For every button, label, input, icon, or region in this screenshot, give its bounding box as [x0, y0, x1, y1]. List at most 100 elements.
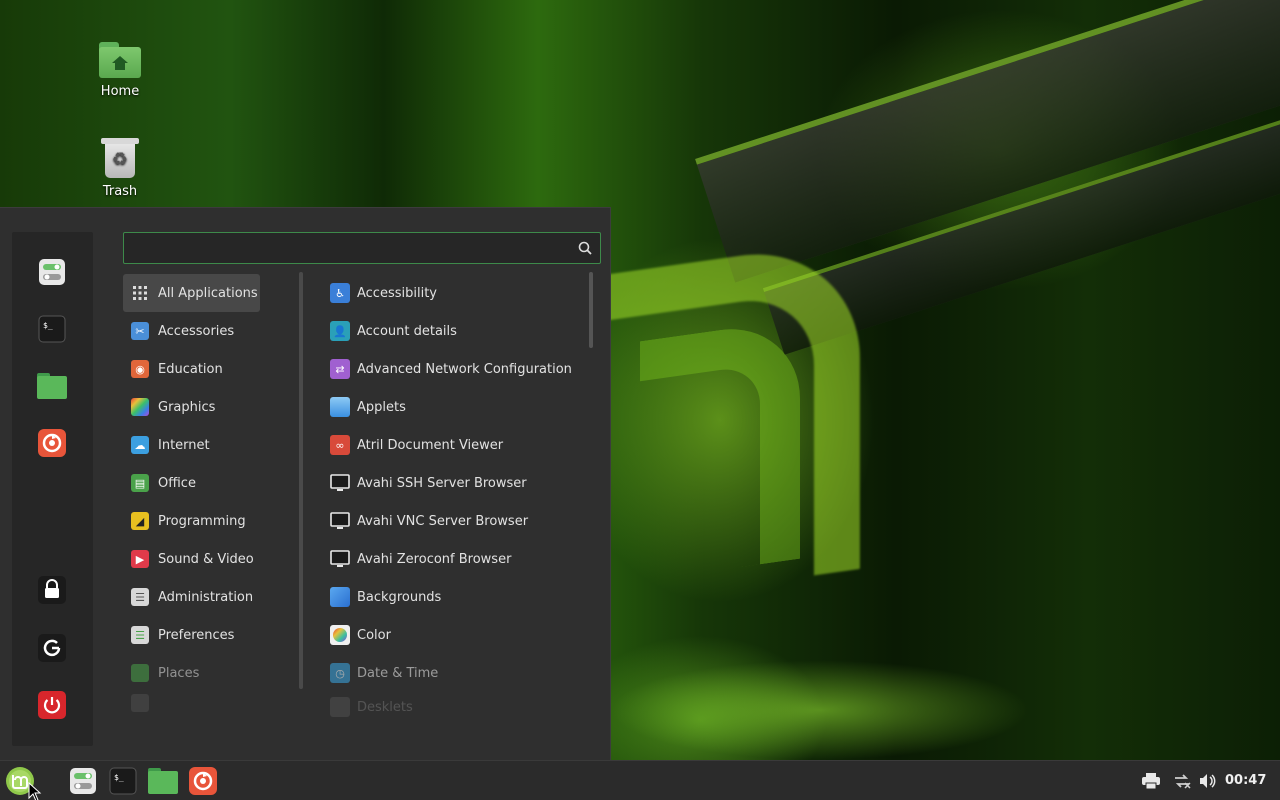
- app-avahi-zeroconf-browser[interactable]: Avahi Zeroconf Browser: [322, 540, 584, 578]
- category-label: Preferences: [158, 627, 235, 643]
- app-label: Avahi VNC Server Browser: [357, 513, 529, 529]
- play-icon: ▶: [131, 550, 149, 568]
- app-accessibility[interactable]: ♿ Accessibility: [322, 274, 584, 312]
- category-label: Accessories: [158, 323, 235, 339]
- app-label: Color: [357, 627, 391, 643]
- app-label: Backgrounds: [357, 589, 442, 605]
- category-education[interactable]: ◉ Education: [123, 350, 298, 388]
- category-preferences[interactable]: ☰ Preferences: [123, 616, 298, 654]
- color-icon: [330, 625, 350, 645]
- printer-icon: [1142, 773, 1160, 789]
- menu-search-box[interactable]: [123, 232, 601, 264]
- category-office[interactable]: ▤ Office: [123, 464, 298, 502]
- atril-icon: ∞: [330, 435, 350, 455]
- category-label: Education: [158, 361, 223, 377]
- app-backgrounds[interactable]: Backgrounds: [322, 578, 584, 616]
- app-advanced-network-configuration[interactable]: ⇄ Advanced Network Configuration: [322, 350, 584, 388]
- app-applets[interactable]: Applets: [322, 388, 584, 426]
- category-places[interactable]: Places: [123, 654, 298, 692]
- monitor-icon: [330, 473, 350, 493]
- category-label: Sound & Video: [158, 551, 254, 567]
- grid-icon: [131, 284, 149, 302]
- cloud-icon: ☁: [131, 436, 149, 454]
- volume-icon: [1200, 774, 1216, 788]
- preferences-icon: ☰: [131, 626, 149, 644]
- app-desklets[interactable]: Desklets: [322, 692, 584, 720]
- application-list: ♿ Accessibility 👤 Account details ⇄ Adva…: [322, 274, 584, 720]
- category-accessories[interactable]: ✂ Accessories: [123, 312, 298, 350]
- app-color[interactable]: Color: [322, 616, 584, 654]
- taskbar-files-launcher[interactable]: [148, 766, 178, 796]
- clock-icon: ◷: [330, 663, 350, 683]
- favorites-sidebar: $_: [12, 232, 93, 746]
- app-label: Applets: [357, 399, 406, 415]
- svg-text:$_: $_: [114, 773, 124, 782]
- favorite-terminal-button[interactable]: $_: [37, 314, 67, 344]
- search-input[interactable]: [124, 233, 564, 263]
- app-label: Advanced Network Configuration: [357, 361, 572, 377]
- category-programming[interactable]: ◢ Programming: [123, 502, 298, 540]
- lock-screen-button[interactable]: [37, 575, 67, 605]
- files-folder-icon: [37, 373, 67, 399]
- favorite-files-button[interactable]: [37, 371, 67, 401]
- taskbar-settings-launcher[interactable]: [68, 766, 98, 796]
- desklets-icon: [330, 697, 350, 717]
- category-internet[interactable]: ☁ Internet: [123, 426, 298, 464]
- category-all-applications[interactable]: All Applications: [123, 274, 260, 312]
- category-scroll-divider[interactable]: [299, 272, 303, 689]
- network-tray-button[interactable]: [1173, 772, 1191, 790]
- app-account-details[interactable]: 👤 Account details: [322, 312, 584, 350]
- category-partial: [123, 692, 298, 712]
- taskbar-panel: $_ 00:47: [0, 760, 1280, 800]
- desktop-icon-home[interactable]: Home: [75, 42, 165, 99]
- category-label: Internet: [158, 437, 210, 453]
- volume-tray-button[interactable]: [1199, 772, 1217, 790]
- backgrounds-icon: [330, 587, 350, 607]
- graphics-icon: [131, 398, 149, 416]
- scissors-icon: ✂: [131, 322, 149, 340]
- app-label: Desklets: [357, 699, 413, 715]
- favorite-settings-button[interactable]: [37, 257, 67, 287]
- trash-icon: ♻: [101, 138, 139, 178]
- power-button[interactable]: [37, 690, 67, 720]
- app-atril-document-viewer[interactable]: ∞ Atril Document Viewer: [322, 426, 584, 464]
- files-folder-icon: [148, 768, 178, 794]
- category-label: Administration: [158, 589, 254, 605]
- taskbar-firefox-launcher[interactable]: [188, 766, 218, 796]
- app-label: Avahi Zeroconf Browser: [357, 551, 512, 567]
- category-graphics[interactable]: Graphics: [123, 388, 298, 426]
- wallpaper-glow: [610, 660, 1030, 760]
- monitor-icon: [330, 511, 350, 531]
- desktop-icon-trash[interactable]: ♻ Trash: [75, 138, 165, 199]
- mouse-cursor-icon: [28, 782, 42, 800]
- wallpaper-mint-logo: [640, 318, 800, 582]
- app-avahi-vnc-server-browser[interactable]: Avahi VNC Server Browser: [322, 502, 584, 540]
- app-date-time[interactable]: ◷ Date & Time: [322, 654, 584, 692]
- power-icon: [38, 691, 66, 719]
- category-label: Programming: [158, 513, 246, 529]
- applets-icon: [330, 397, 350, 417]
- printer-tray-button[interactable]: [1142, 772, 1160, 790]
- logout-button[interactable]: [37, 633, 67, 663]
- category-label: Places: [158, 665, 200, 681]
- app-avahi-ssh-server-browser[interactable]: Avahi SSH Server Browser: [322, 464, 584, 502]
- category-partial-icon: [131, 694, 149, 712]
- clock[interactable]: 00:47: [1225, 773, 1266, 788]
- lock-screen-icon: [38, 576, 66, 604]
- app-label: Accessibility: [357, 285, 437, 301]
- settings-toggle-icon: [39, 259, 65, 285]
- app-list-scrollbar[interactable]: [589, 272, 593, 348]
- logout-icon: [38, 634, 66, 662]
- home-folder-icon: [99, 42, 141, 78]
- taskbar-terminal-launcher[interactable]: $_: [108, 766, 138, 796]
- category-administration[interactable]: ☰ Administration: [123, 578, 298, 616]
- terminal-icon: $_: [38, 315, 66, 343]
- app-label: Account details: [357, 323, 457, 339]
- app-label: Atril Document Viewer: [357, 437, 504, 453]
- accessibility-icon: ♿: [330, 283, 350, 303]
- application-menu: $_ All Applications ✂ Accessories ◉ Educ…: [0, 207, 611, 760]
- office-icon: ▤: [131, 474, 149, 492]
- favorite-firefox-button[interactable]: [37, 428, 67, 458]
- terminal-icon: $_: [109, 767, 137, 795]
- category-sound-video[interactable]: ▶ Sound & Video: [123, 540, 298, 578]
